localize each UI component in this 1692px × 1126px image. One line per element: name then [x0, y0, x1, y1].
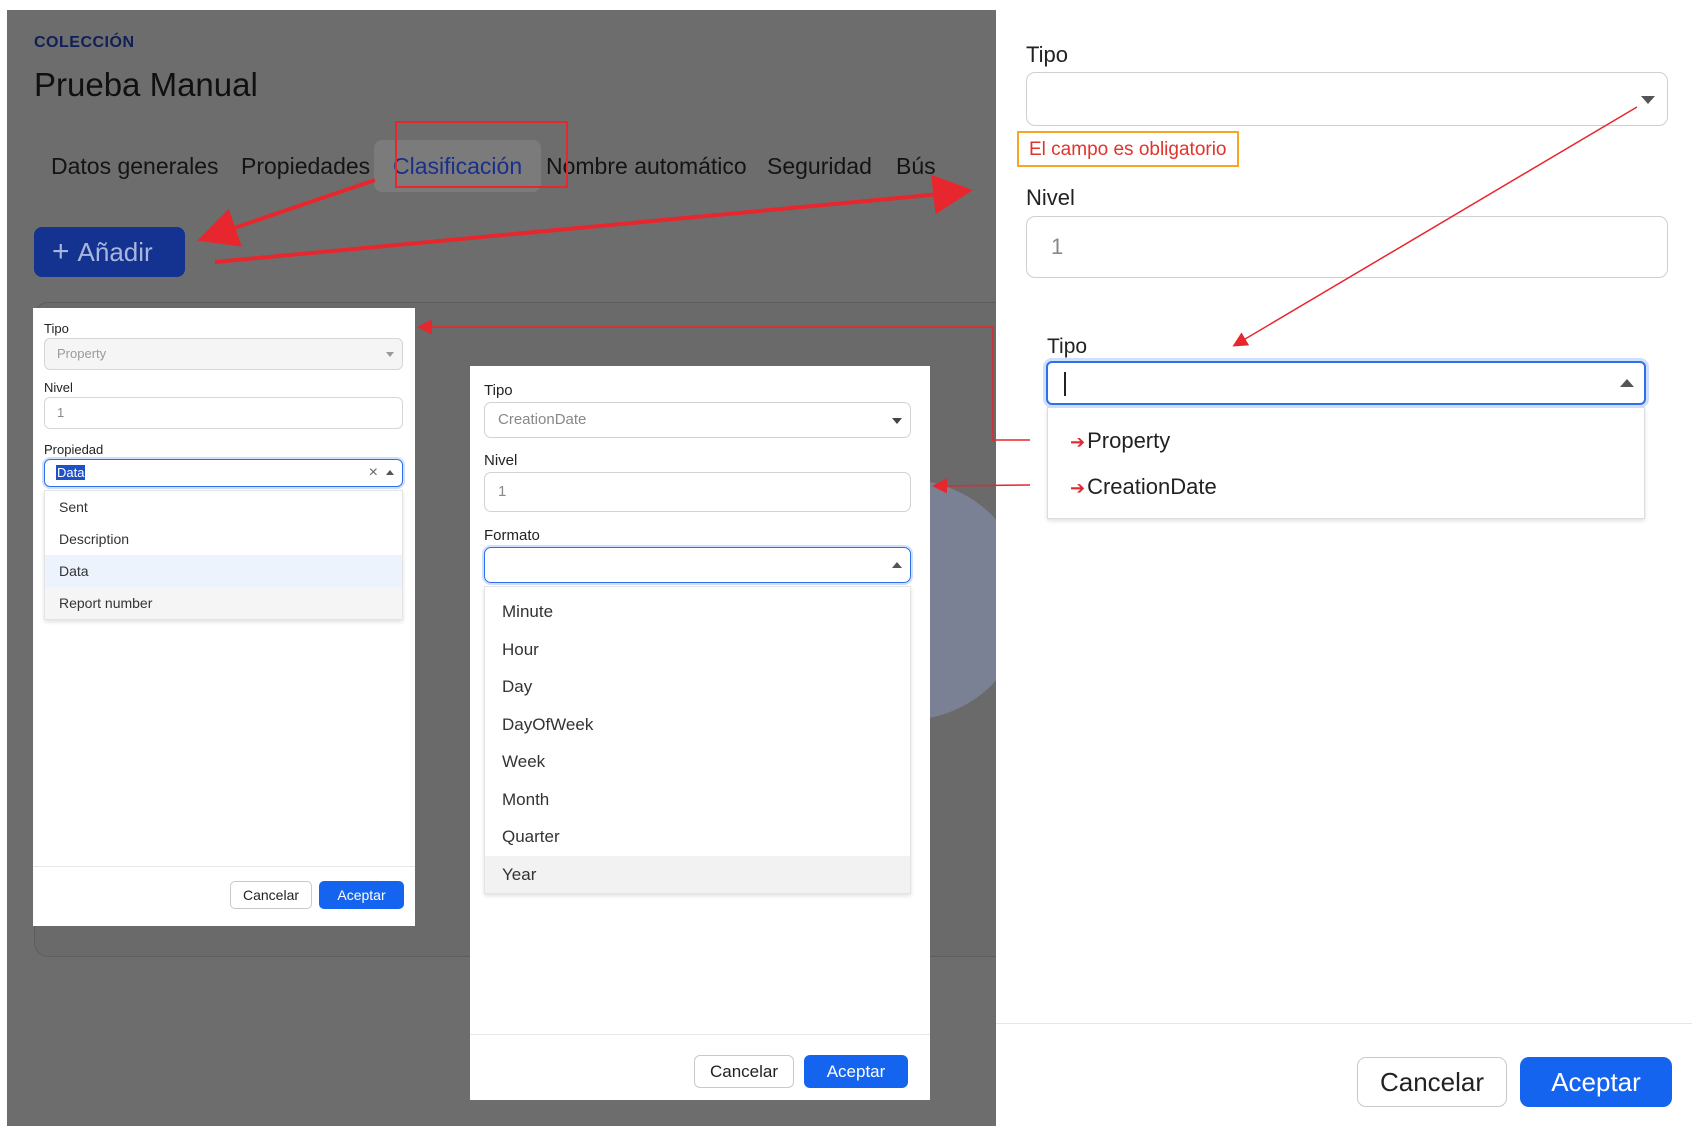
- tipo-select[interactable]: CreationDate: [484, 402, 911, 438]
- option-creationdate[interactable]: ➔CreationDate: [1048, 464, 1644, 510]
- option-quarter[interactable]: Quarter: [485, 818, 910, 856]
- chevron-up-icon: [386, 470, 394, 475]
- option-data[interactable]: Data: [45, 555, 402, 587]
- option-year[interactable]: Year: [485, 855, 910, 893]
- zoom-tipo-label: Tipo: [1047, 335, 1088, 358]
- tipo-options-list: ➔Property ➔CreationDate: [1047, 407, 1645, 519]
- chevron-down-icon: [1641, 96, 1655, 104]
- chevron-up-icon: [892, 562, 902, 568]
- nivel-field[interactable]: 1: [484, 472, 911, 512]
- footer-divider: [996, 1023, 1692, 1024]
- accept-button[interactable]: Aceptar: [319, 881, 404, 909]
- tipo-label: Tipo: [44, 321, 69, 336]
- option-minute[interactable]: Minute: [485, 593, 910, 631]
- nivel-label: Nivel: [484, 452, 518, 469]
- tipo-select-value: CreationDate: [498, 411, 587, 428]
- tipo-select-open[interactable]: [1046, 361, 1646, 405]
- nivel-label: Nivel: [44, 380, 73, 395]
- text-cursor: [1064, 372, 1066, 396]
- property-dialog: Tipo Property Nivel 1 Propiedad Data × S…: [33, 308, 415, 926]
- clear-icon[interactable]: ×: [369, 460, 378, 486]
- arrow-right-icon: ➔: [1070, 478, 1086, 498]
- formato-select-open[interactable]: [484, 547, 911, 583]
- screenshot-root: COLECCIÓN Prueba Manual Datos generales …: [0, 0, 1692, 1126]
- add-button[interactable]: + Añadir: [34, 227, 185, 277]
- tab-propiedades[interactable]: Propiedades: [222, 140, 389, 192]
- option-hour[interactable]: Hour: [485, 631, 910, 669]
- tipo-label: Tipo: [1026, 42, 1068, 67]
- creationdate-dialog: Tipo CreationDate Nivel 1 Formato Minute…: [470, 366, 930, 1100]
- option-dayofweek[interactable]: DayOfWeek: [485, 706, 910, 744]
- propiedad-label: Propiedad: [44, 442, 104, 457]
- page-title: Prueba Manual: [34, 66, 258, 103]
- tipo-select[interactable]: Property: [44, 338, 403, 370]
- option-report-number[interactable]: Report number: [45, 587, 402, 619]
- chevron-down-icon: [386, 352, 394, 357]
- formato-label: Formato: [484, 527, 540, 544]
- accept-button[interactable]: Aceptar: [1520, 1057, 1672, 1107]
- option-sent[interactable]: Sent: [45, 491, 402, 523]
- nivel-field[interactable]: 1: [1026, 216, 1668, 278]
- add-button-label: Añadir: [77, 237, 153, 267]
- accept-button[interactable]: Aceptar: [804, 1055, 908, 1088]
- option-month[interactable]: Month: [485, 781, 910, 819]
- nivel-label: Nivel: [1026, 185, 1075, 210]
- cancel-button[interactable]: Cancelar: [230, 881, 312, 909]
- formato-options-list: Minute Hour Day DayOfWeek Week Month Qua…: [484, 586, 911, 894]
- collection-label: COLECCIÓN: [34, 34, 135, 51]
- option-day[interactable]: Day: [485, 668, 910, 706]
- chevron-down-icon: [892, 418, 902, 424]
- cancel-button[interactable]: Cancelar: [694, 1055, 794, 1088]
- footer-divider: [470, 1034, 930, 1035]
- propiedad-selected-text: Data: [56, 465, 86, 480]
- right-dialog-panel: Tipo El campo es obligatorio Nivel 1 Tip…: [996, 0, 1692, 1126]
- option-description[interactable]: Description: [45, 523, 402, 555]
- tab-datos-generales[interactable]: Datos generales: [32, 140, 238, 192]
- option-week[interactable]: Week: [485, 743, 910, 781]
- cancel-button[interactable]: Cancelar: [1357, 1057, 1507, 1107]
- propiedad-input[interactable]: Data ×: [44, 459, 403, 487]
- arrow-right-icon: ➔: [1070, 432, 1086, 452]
- plus-icon: +: [52, 235, 70, 268]
- propiedad-options-list: Sent Description Data Report number: [44, 490, 403, 620]
- nivel-field[interactable]: 1: [44, 397, 403, 429]
- chevron-up-icon: [1620, 379, 1634, 387]
- tipo-select[interactable]: [1026, 72, 1668, 126]
- tab-busqueda[interactable]: Bús: [877, 140, 955, 192]
- option-property[interactable]: ➔Property: [1048, 418, 1644, 464]
- tab-seguridad[interactable]: Seguridad: [748, 140, 891, 192]
- annotation-tab-highlight: [395, 121, 568, 188]
- footer-divider: [33, 866, 415, 867]
- required-error-message: El campo es obligatorio: [1017, 131, 1239, 167]
- tipo-label: Tipo: [484, 382, 513, 399]
- tipo-select-value: Property: [57, 346, 107, 361]
